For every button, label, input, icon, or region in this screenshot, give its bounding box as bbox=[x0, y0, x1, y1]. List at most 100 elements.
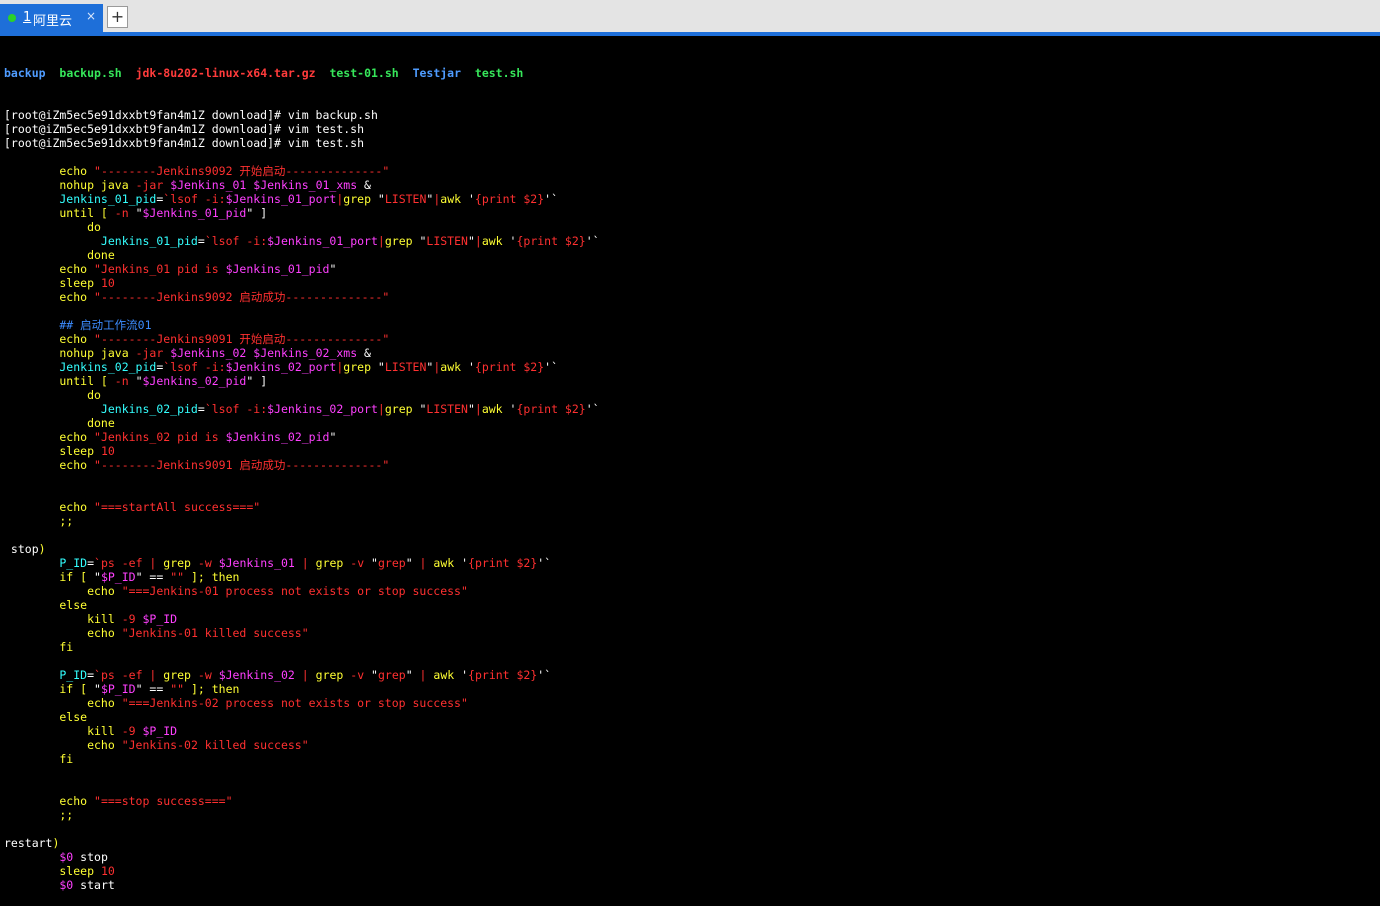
code-token: $Jenkins_02_pid bbox=[225, 430, 330, 444]
code-token: grep bbox=[163, 668, 198, 682]
code-line: fi bbox=[4, 752, 600, 766]
code-token: grep bbox=[343, 360, 378, 374]
code-token: {print $2} bbox=[516, 402, 586, 416]
code-token: | bbox=[294, 668, 316, 682]
code-token: "===startAll success===" bbox=[94, 500, 261, 514]
code-token: {print $2} bbox=[474, 192, 545, 206]
code-line: until [ -n "$Jenkins_02_pid" ] bbox=[4, 374, 600, 388]
code-line: ;; bbox=[4, 808, 600, 822]
code-token: echo bbox=[4, 584, 122, 598]
code-token: awk bbox=[440, 360, 468, 374]
code-token: -w bbox=[197, 668, 219, 682]
file-listing: backup backup.sh jdk-8u202-linux-x64.tar… bbox=[4, 66, 600, 80]
code-token: awk bbox=[433, 668, 462, 682]
new-tab-button[interactable]: + bbox=[107, 6, 128, 28]
code-token: ]; then bbox=[184, 682, 240, 696]
code-token: | bbox=[474, 402, 482, 416]
code-token: " ] bbox=[246, 374, 268, 388]
file-entry: test-01.sh bbox=[329, 66, 399, 80]
code-token: | bbox=[377, 234, 385, 248]
code-line: [root@iZm5ec5e91dxxbt9fan4m1Z download]#… bbox=[4, 122, 600, 136]
code-token: grep bbox=[315, 556, 351, 570]
code-token: Jenkins_02_pid bbox=[4, 402, 198, 416]
code-token: $Jenkins_02_pid bbox=[142, 374, 247, 388]
code-token: "===stop success===" bbox=[94, 794, 233, 808]
code-token: echo bbox=[4, 500, 95, 514]
code-line: else bbox=[4, 598, 600, 612]
code-token: " bbox=[94, 570, 101, 584]
code-token: 10 bbox=[100, 276, 115, 290]
code-token: {print $2} bbox=[516, 234, 586, 248]
code-token: " bbox=[329, 430, 337, 444]
code-token: $P_ID bbox=[142, 612, 178, 626]
code-line: Jenkins_02_pid=`lsof -i:$Jenkins_02_port… bbox=[4, 360, 600, 374]
code-token: $Jenkins_01_pid bbox=[142, 206, 247, 220]
code-token: [root@iZm5ec5e91dxxbt9fan4m1Z download]#… bbox=[4, 136, 365, 150]
code-line: $0 start bbox=[4, 878, 600, 892]
code-token: sleep bbox=[4, 864, 101, 878]
code-token: Jenkins_01_pid bbox=[4, 192, 157, 206]
code-lines: [root@iZm5ec5e91dxxbt9fan4m1Z download]#… bbox=[4, 108, 600, 892]
code-token: ' bbox=[461, 556, 469, 570]
code-token: "Jenkins_01 pid is bbox=[94, 262, 226, 276]
code-token: grep bbox=[377, 668, 406, 682]
code-token: '` bbox=[544, 192, 559, 206]
code-token: & bbox=[357, 346, 371, 360]
code-token: P_ID bbox=[4, 556, 88, 570]
code-line: echo "--------Jenkins9092 启动成功----------… bbox=[4, 290, 600, 304]
code-token: $Jenkins_02 bbox=[218, 668, 295, 682]
code-line: $0 stop bbox=[4, 850, 600, 864]
code-line: do bbox=[4, 220, 600, 234]
terminal-output[interactable]: backup backup.sh jdk-8u202-linux-x64.tar… bbox=[4, 38, 600, 906]
code-token: | bbox=[419, 556, 434, 570]
code-token: "--------Jenkins9092 开始启动--------------" bbox=[94, 164, 390, 178]
code-token: -n bbox=[114, 206, 136, 220]
close-icon[interactable]: × bbox=[86, 9, 96, 23]
code-line: else bbox=[4, 710, 600, 724]
code-token: "--------Jenkins9092 启动成功--------------" bbox=[94, 290, 390, 304]
code-token: `ps -ef | bbox=[94, 668, 164, 682]
code-token: echo bbox=[4, 430, 95, 444]
code-token: '` bbox=[537, 668, 552, 682]
code-line: echo "--------Jenkins9092 开始启动----------… bbox=[4, 164, 600, 178]
code-token: $Jenkins_01 $Jenkins_01_xms bbox=[170, 178, 358, 192]
code-token: `lsof -i: bbox=[163, 360, 226, 374]
code-token: -9 bbox=[121, 724, 143, 738]
code-token: `lsof -i: bbox=[163, 192, 226, 206]
code-token: | bbox=[377, 402, 385, 416]
code-token: " bbox=[467, 234, 475, 248]
code-token: echo bbox=[4, 290, 95, 304]
code-line: nohup java -jar $Jenkins_01 $Jenkins_01_… bbox=[4, 178, 600, 192]
code-token: $Jenkins_01_pid bbox=[225, 262, 330, 276]
code-token: [root@iZm5ec5e91dxxbt9fan4m1Z download]#… bbox=[4, 108, 378, 122]
code-token: ' bbox=[461, 668, 469, 682]
file-entry: backup.sh bbox=[59, 66, 122, 80]
code-token: '` bbox=[544, 360, 559, 374]
code-token: ) bbox=[52, 836, 60, 850]
code-line: echo "Jenkins_02 pid is $Jenkins_02_pid" bbox=[4, 430, 600, 444]
tab-aliyun[interactable]: 1 阿里云 × bbox=[0, 4, 103, 32]
code-token: stop bbox=[80, 850, 108, 864]
code-token: P_ID bbox=[4, 668, 88, 682]
code-token: ;; bbox=[4, 808, 74, 822]
code-line: do bbox=[4, 388, 600, 402]
code-token: | bbox=[474, 234, 482, 248]
code-token: -v bbox=[350, 556, 372, 570]
code-line: restart) bbox=[4, 836, 600, 850]
code-token: 10 bbox=[100, 444, 115, 458]
code-line: echo "===startAll success===" bbox=[4, 500, 600, 514]
code-token: $P_ID bbox=[100, 570, 136, 584]
code-token: " bbox=[405, 668, 420, 682]
code-token: if [ bbox=[4, 682, 95, 696]
code-line: echo "===Jenkins-01 process not exists o… bbox=[4, 584, 600, 598]
code-token: $0 bbox=[4, 878, 81, 892]
file-entry: backup bbox=[4, 66, 46, 80]
code-line: echo "--------Jenkins9091 开始启动----------… bbox=[4, 332, 600, 346]
code-token: awk bbox=[440, 192, 468, 206]
code-token: '` bbox=[537, 556, 552, 570]
code-line: ;; bbox=[4, 514, 600, 528]
code-token: " bbox=[371, 556, 378, 570]
